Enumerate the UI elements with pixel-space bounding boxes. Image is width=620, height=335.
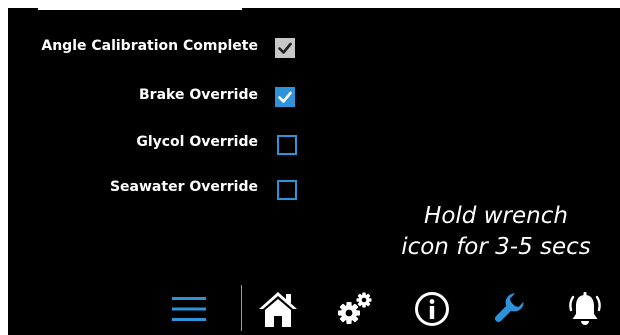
menu-button[interactable] bbox=[167, 287, 211, 331]
setting-row-brake-override: Brake Override bbox=[8, 85, 258, 109]
setting-label-brake-override: Brake Override bbox=[139, 87, 258, 103]
info-button[interactable] bbox=[410, 287, 454, 331]
alarm-button[interactable] bbox=[563, 287, 607, 331]
seawater-override-checkbox[interactable] bbox=[277, 180, 297, 200]
setting-label-angle-calibration: Angle Calibration Complete bbox=[41, 38, 258, 54]
brake-override-checkbox[interactable] bbox=[275, 87, 295, 107]
home-icon bbox=[259, 292, 297, 327]
info-icon bbox=[415, 292, 449, 326]
glycol-override-checkbox[interactable] bbox=[277, 135, 297, 155]
setting-row-seawater-override: Seawater Override bbox=[8, 177, 258, 201]
settings-button[interactable] bbox=[333, 287, 377, 331]
wrench-hint-line2: icon for 3-5 secs bbox=[401, 234, 591, 260]
angle-calibration-checkbox[interactable] bbox=[275, 38, 295, 58]
bottom-nav bbox=[8, 275, 620, 335]
menu-icon bbox=[172, 297, 206, 321]
alarm-bell-icon bbox=[569, 292, 601, 325]
setting-row-glycol-override: Glycol Override bbox=[8, 132, 258, 156]
wrench-hint: Hold wrench icon for 3-5 secs bbox=[391, 201, 601, 263]
home-button[interactable] bbox=[256, 287, 300, 331]
wrench-hint-line1: Hold wrench bbox=[424, 203, 568, 229]
wrench-button[interactable] bbox=[486, 287, 530, 331]
setting-label-glycol-override: Glycol Override bbox=[136, 134, 258, 150]
checkmark-icon bbox=[278, 91, 292, 103]
setting-label-seawater-override: Seawater Override bbox=[109, 179, 258, 195]
gears-icon bbox=[338, 292, 372, 324]
nav-divider bbox=[241, 285, 242, 331]
settings-screen: Angle Calibration Complete Brake Overrid… bbox=[8, 8, 620, 335]
top-divider bbox=[38, 8, 242, 10]
setting-row-angle-calibration: Angle Calibration Complete bbox=[8, 36, 258, 60]
checkmark-icon bbox=[278, 42, 292, 54]
wrench-icon bbox=[494, 293, 524, 323]
